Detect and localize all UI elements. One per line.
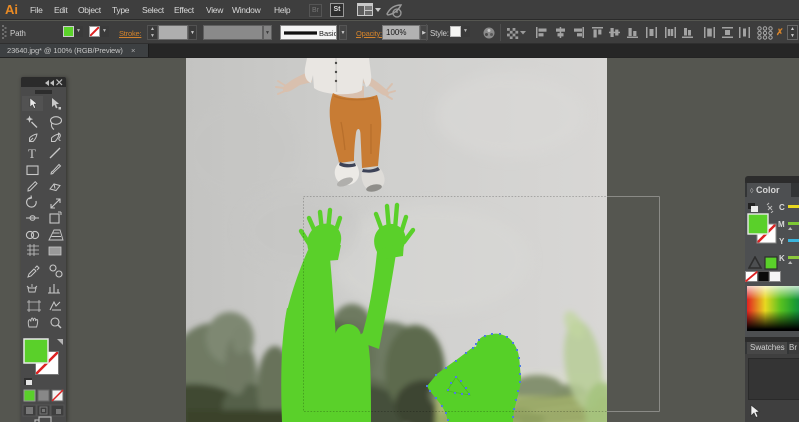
svg-text:T: T [28,146,36,161]
svg-text:Basic: Basic [319,29,336,38]
